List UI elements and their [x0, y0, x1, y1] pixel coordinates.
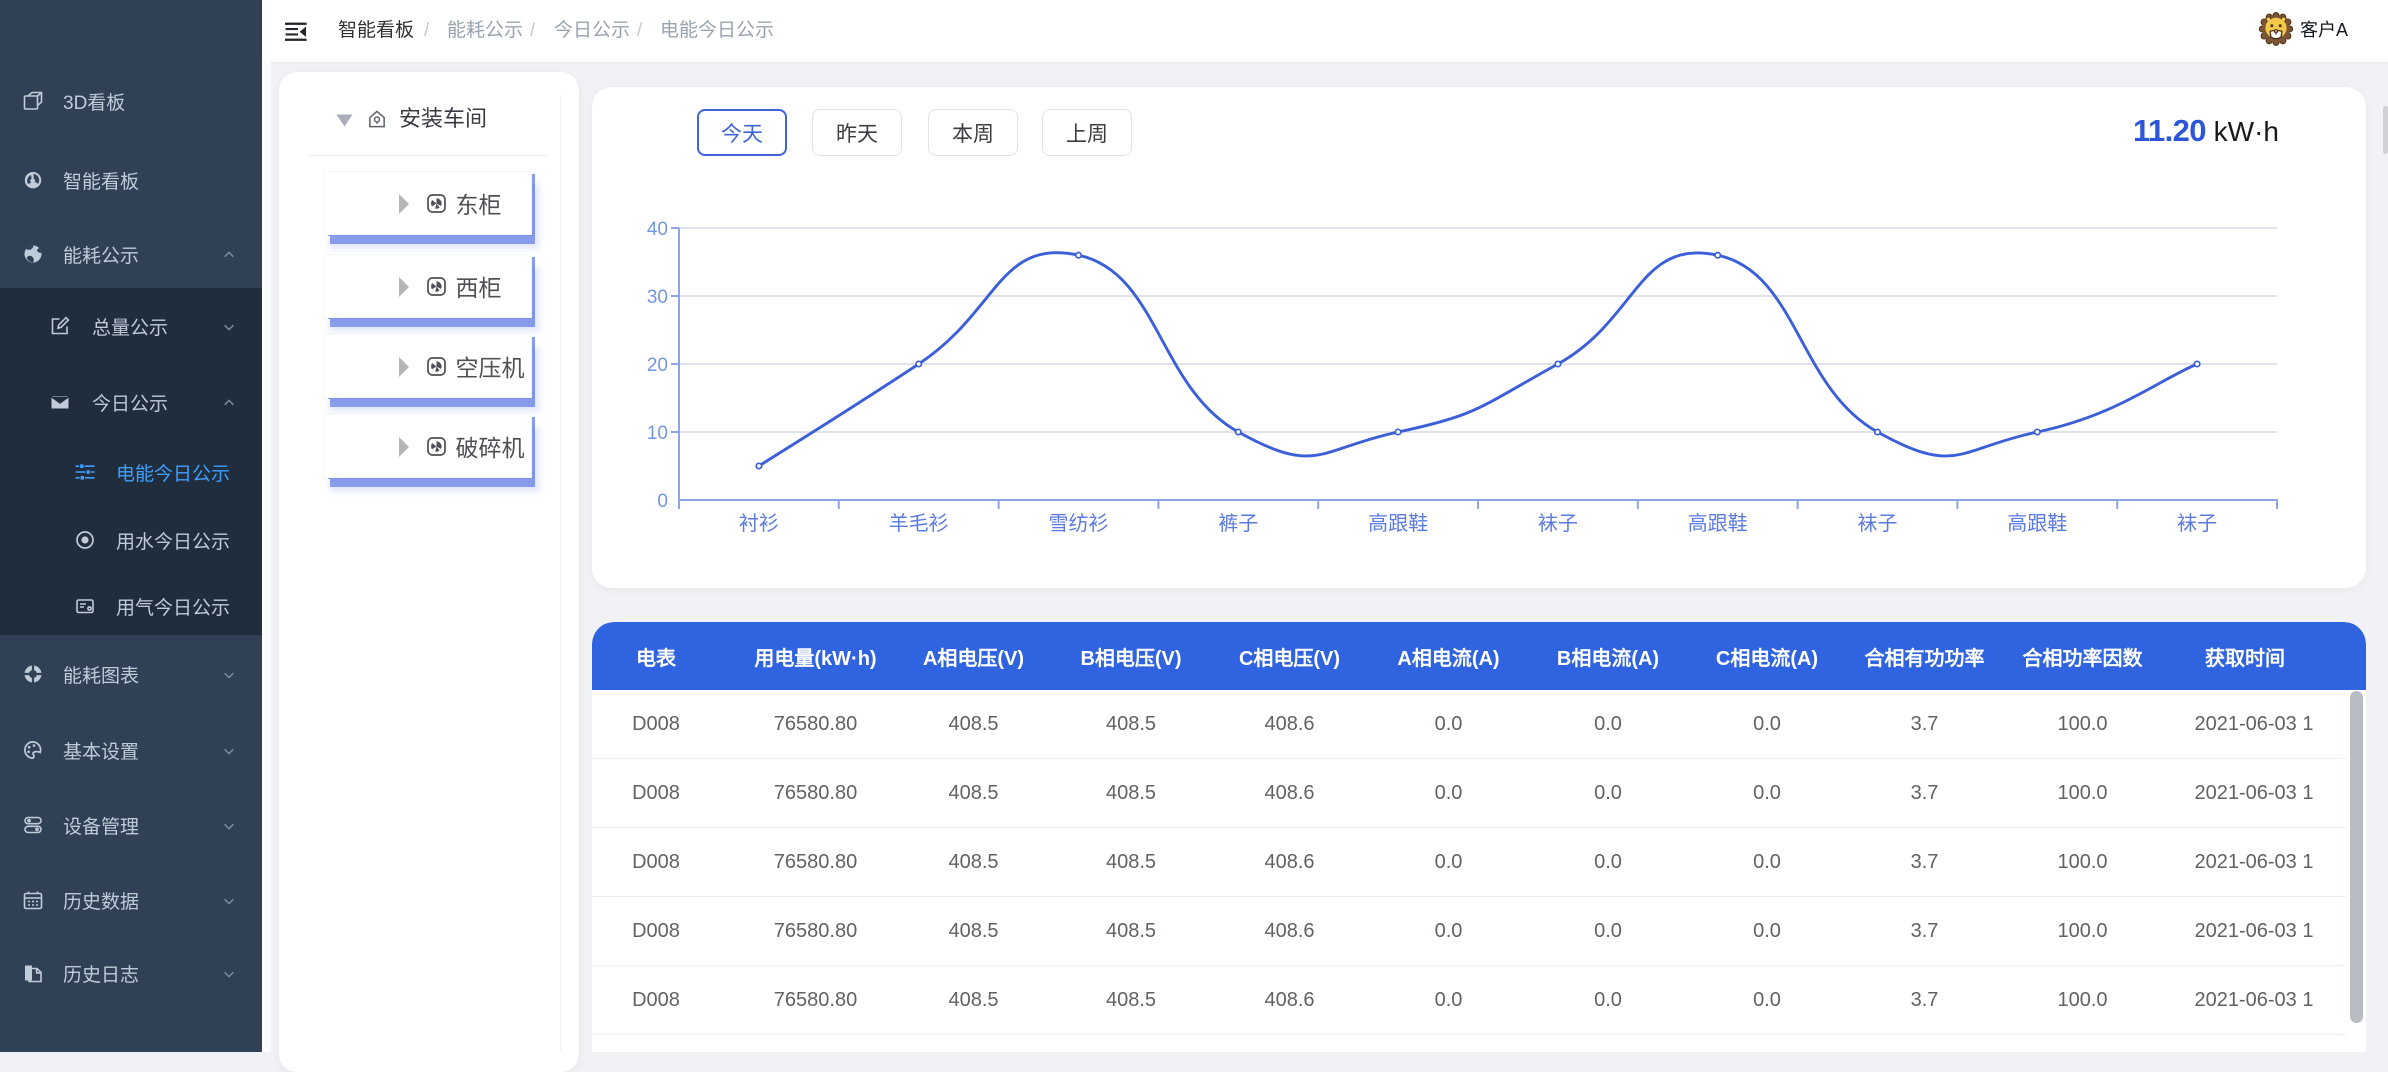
svg-text:20: 20 — [647, 355, 668, 376]
svg-text:羊毛衫: 羊毛衫 — [889, 512, 949, 535]
svg-text:10: 10 — [647, 423, 668, 444]
svg-text:高跟鞋: 高跟鞋 — [1368, 512, 1428, 535]
svg-text:雪纺衫: 雪纺衫 — [1049, 512, 1109, 535]
svg-text:袜子: 袜子 — [1538, 512, 1578, 535]
svg-text:袜子: 袜子 — [1858, 512, 1898, 535]
svg-text:40: 40 — [647, 219, 668, 240]
svg-text:0: 0 — [657, 491, 668, 512]
svg-text:裤子: 裤子 — [1218, 512, 1258, 535]
svg-text:高跟鞋: 高跟鞋 — [2007, 512, 2067, 535]
svg-text:衬衫: 衬衫 — [739, 512, 779, 535]
svg-text:30: 30 — [647, 287, 668, 308]
svg-text:袜子: 袜子 — [2177, 512, 2217, 535]
svg-text:高跟鞋: 高跟鞋 — [1688, 512, 1748, 535]
